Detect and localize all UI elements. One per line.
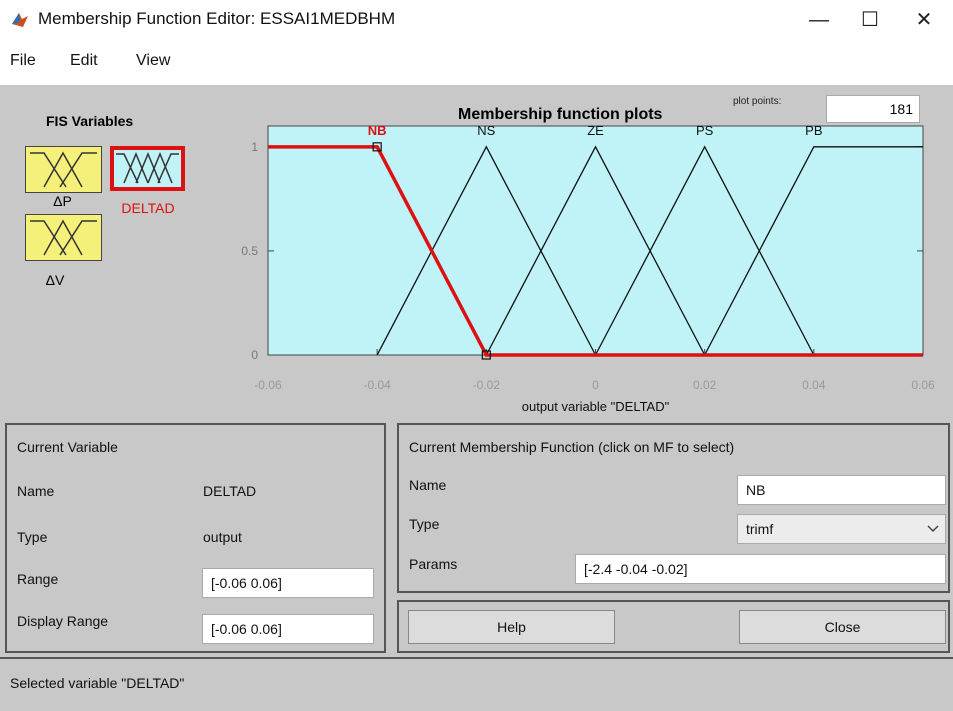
maximize-button[interactable]: ☐ [846,0,894,40]
minimize-button[interactable]: — [795,0,843,40]
current-variable-panel: Current Variable Name DELTAD Type output… [5,423,386,653]
x-tick-label: 0.02 [693,378,717,392]
mf-type-select[interactable]: trimf [737,514,946,544]
variable-deltap-label: ΔP [53,193,72,209]
status-bar: Selected variable "DELTAD" [0,657,953,711]
variable-type-value: output [203,529,242,545]
variable-name-label: Name [17,483,55,499]
mf-label-ze: ZE [587,123,604,138]
current-mf-panel: Current Membership Function (click on MF… [397,423,950,593]
x-tick-label: 0 [592,378,599,392]
y-tick-label: 0 [251,348,258,362]
current-mf-title: Current Membership Function (click on MF… [409,439,735,455]
mf-label-ns: NS [477,123,495,138]
range-input[interactable]: [-0.06 0.06] [202,568,374,598]
matlab-app-icon [12,13,28,27]
close-button[interactable]: Close [739,610,946,644]
chevron-down-icon [927,525,939,533]
variable-name-value: DELTAD [203,483,257,499]
variable-deltad-label: DELTAD [121,200,175,216]
output-mf-icon [116,152,179,184]
mf-label-pb: PB [805,123,822,138]
y-tick-label: 1 [251,140,258,154]
menu-bar: File Edit View [0,50,953,76]
mf-type-value: trimf [746,521,774,537]
range-label: Range [17,571,59,587]
x-tick-label: -0.04 [363,378,391,392]
close-window-button[interactable]: ✕ [900,0,948,40]
x-axis-label: output variable "DELTAD" [522,399,670,414]
plot-points-label: plot points: [733,96,782,107]
variable-deltav-label: ΔV [45,272,65,288]
x-tick-label: -0.02 [473,378,501,392]
membership-function-plot[interactable]: 0 0.5 1 -0.06 -0.04 -0.02 0 0.02 0.04 0.06 output … [220,118,953,418]
menu-edit[interactable]: Edit [70,52,98,70]
window-title: Membership Function Editor: ESSAI1MEDBHM [38,9,396,28]
menu-file[interactable]: File [10,52,36,70]
display-range-input[interactable]: [-0.06 0.06] [202,614,374,644]
x-tick-label: 0.04 [802,378,826,392]
x-tick-label: -0.06 [254,378,282,392]
x-tick-label: 0.06 [911,378,935,392]
plot-area [267,125,924,356]
params-label: Params [409,556,458,572]
variable-type-label: Type [17,529,48,545]
display-range-label: Display Range [17,613,109,629]
mf-name-label: Name [409,477,447,493]
mf-type-label: Type [409,516,440,532]
variable-deltav-box[interactable] [25,214,102,261]
params-input[interactable]: [-2.4 -0.04 -0.02] [575,554,946,584]
fis-variables-title: FIS Variables [46,113,134,129]
input-mf-icon [30,151,97,188]
mf-label-ps: PS [696,123,714,138]
menu-view[interactable]: View [136,52,170,70]
status-text: Selected variable "DELTAD" [10,675,185,691]
help-button[interactable]: Help [408,610,615,644]
title-bar: Membership Function Editor: ESSAI1MEDBHM… [0,0,953,40]
y-tick-label: 0.5 [241,244,258,258]
variable-deltad-box[interactable] [110,146,185,191]
input-mf-icon [30,219,97,256]
current-variable-title: Current Variable [17,439,118,455]
buttons-panel: Help Close [397,600,950,653]
variable-deltap-box[interactable] [25,146,102,193]
mf-label-nb: NB [368,123,387,138]
mf-name-input[interactable]: NB [737,475,946,505]
